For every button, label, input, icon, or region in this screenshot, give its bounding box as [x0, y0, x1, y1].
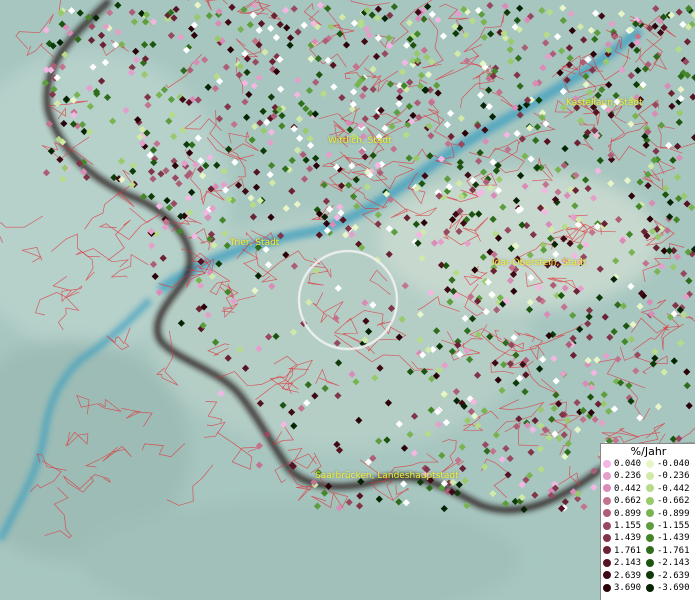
legend-swatch [646, 471, 654, 480]
legend-swatch [646, 459, 654, 468]
legend-swatch [603, 571, 611, 580]
legend-swatch [646, 533, 654, 542]
legend-value: 0.236 [614, 471, 642, 482]
legend-value: -0.236 [657, 471, 690, 482]
legend-swatch [603, 521, 611, 530]
legend-item-negative: -1.439 [646, 533, 690, 544]
legend-swatch [646, 558, 654, 567]
legend-item-positive: 2.143 [603, 558, 641, 569]
legend-value: -1.439 [657, 533, 690, 544]
legend-item-positive: 0.040 [603, 459, 641, 470]
legend-item-positive: 0.236 [603, 471, 641, 482]
legend-value: -2.143 [657, 558, 690, 569]
legend-item-negative: -3.690 [646, 583, 690, 594]
legend-value: -0.899 [657, 508, 690, 519]
legend-swatch [603, 496, 611, 505]
legend-value: -2.639 [657, 570, 690, 581]
legend-swatch [603, 533, 611, 542]
legend-item-negative: -0.442 [646, 484, 690, 495]
city-label-idar-oberstein: Idar-Oberstein, Stadt [492, 258, 587, 268]
legend-item-positive: 1.439 [603, 533, 641, 544]
city-label-kastellaun: Kastellaun, Stadt [566, 98, 643, 108]
legend-swatch [646, 571, 654, 580]
legend-item-negative: -0.236 [646, 471, 690, 482]
legend-value: 0.442 [614, 483, 642, 494]
legend-swatch [603, 509, 611, 518]
legend-value: -0.442 [657, 483, 690, 494]
legend-item-negative: -1.761 [646, 546, 690, 557]
legend-item-positive: 1.761 [603, 546, 641, 557]
legend-item-positive: 2.639 [603, 571, 641, 582]
legend-value: -0.662 [657, 496, 690, 507]
city-label-trier: Trier, Stadt [230, 238, 280, 248]
legend-title: %/Jahr [630, 445, 667, 458]
legend-swatch [646, 509, 654, 518]
map-view[interactable]: Wittlich, Stadt Kastellaun, Stadt Trier,… [0, 0, 695, 600]
legend-item-negative: -0.040 [646, 459, 690, 470]
legend-value: 2.143 [614, 558, 642, 569]
legend-item-negative: -0.899 [646, 509, 690, 520]
legend-item-positive: 0.662 [603, 496, 641, 507]
legend-swatch [603, 558, 611, 567]
legend-item-positive: 0.442 [603, 484, 641, 495]
legend-value: 1.155 [614, 521, 642, 531]
legend-value: 2.639 [614, 570, 642, 581]
legend-swatch [646, 496, 654, 505]
legend-value: -1.155 [657, 521, 690, 531]
legend-swatch [603, 546, 611, 555]
legend-swatch [603, 459, 611, 468]
legend-value: 3.690 [614, 583, 642, 593]
legend-value: 0.899 [614, 508, 642, 519]
legend-item-positive: 0.899 [603, 509, 641, 520]
legend-item-negative: -2.639 [646, 571, 690, 582]
legend-item-negative: -0.662 [646, 496, 690, 507]
legend-item-positive: 1.155 [603, 521, 641, 532]
legend-item-negative: -1.155 [646, 521, 690, 532]
map-canvas[interactable] [0, 0, 695, 600]
legend: %/Jahr 0.040 -0.040 0.236 -0.236 0.442 -0.442… [600, 443, 695, 600]
legend-swatch [603, 484, 611, 493]
legend-swatch [646, 546, 654, 555]
city-label-wittlich: Wittlich, Stadt [328, 136, 392, 146]
legend-swatch [646, 484, 654, 493]
legend-value: -3.690 [657, 583, 690, 593]
city-label-saarbruecken: Saarbrücken, Landeshauptstadt [315, 471, 459, 481]
legend-value: 0.040 [614, 459, 642, 469]
legend-value: -1.761 [657, 545, 690, 556]
legend-swatch [603, 471, 611, 480]
legend-swatch [646, 583, 654, 592]
legend-value: 0.662 [614, 496, 642, 507]
legend-item-positive: 3.690 [603, 583, 641, 594]
legend-item-negative: -2.143 [646, 558, 690, 569]
legend-swatch [646, 521, 654, 530]
legend-swatch [603, 583, 611, 592]
legend-value: 1.761 [614, 545, 642, 556]
legend-value: -0.040 [657, 459, 690, 469]
legend-value: 1.439 [614, 533, 642, 544]
